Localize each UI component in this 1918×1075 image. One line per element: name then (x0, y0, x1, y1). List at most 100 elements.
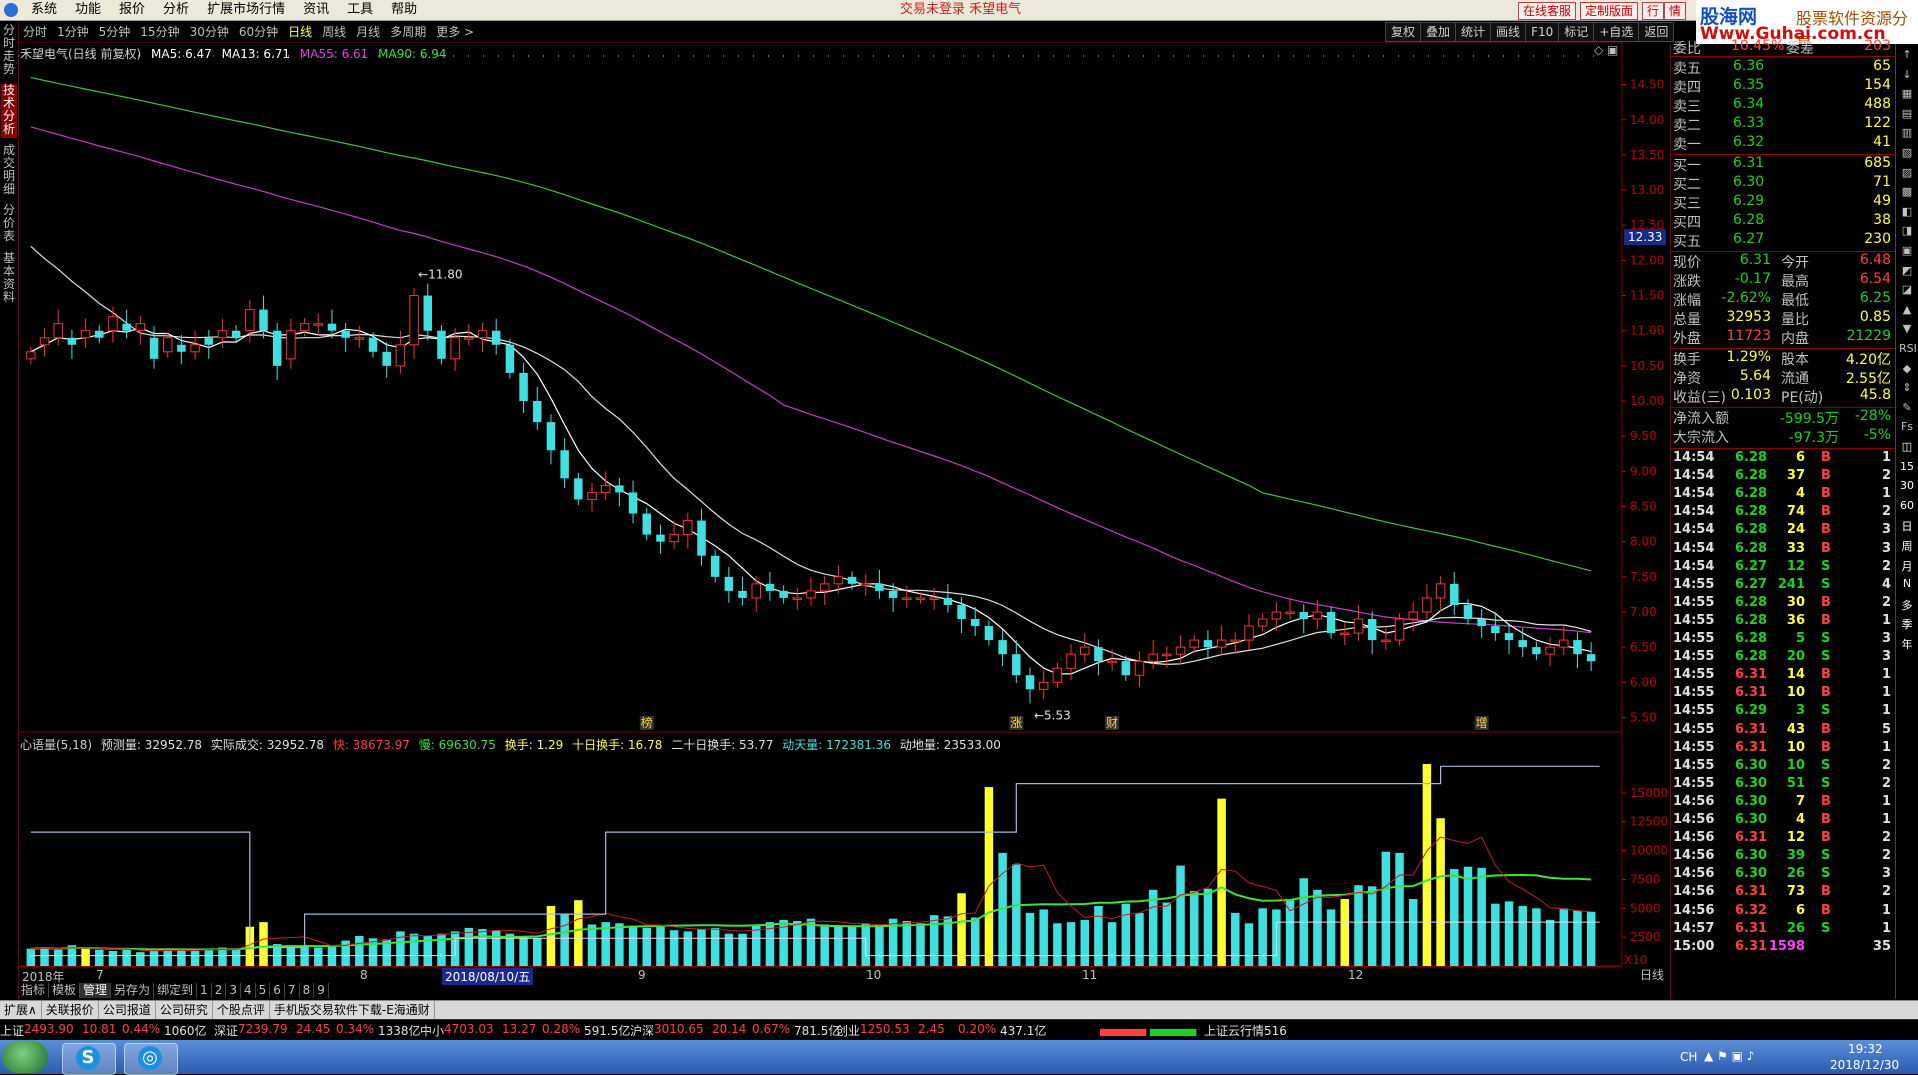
tray-icons[interactable]: ▲ ⚑ ▣ ♪ (1704, 1049, 1754, 1063)
tab-save-as[interactable]: 另存为 (111, 983, 155, 998)
side-tool-icon[interactable]: ◆ (1899, 362, 1915, 375)
side-tool-icon[interactable]: 季 (1899, 616, 1915, 632)
side-tool-icon[interactable]: ▥ (1899, 126, 1915, 139)
period-tab[interactable]: 15分钟 (135, 22, 184, 42)
side-tool-icon[interactable]: 周 (1899, 538, 1915, 554)
layout-slot[interactable]: 8 (300, 983, 315, 998)
kline-chart[interactable]: 14.5014.0013.5013.0012.5012.0011.5011.00… (18, 42, 1670, 966)
side-tool-icon[interactable]: ◪ (1899, 283, 1915, 296)
period-tab[interactable]: 60分钟 (234, 22, 283, 42)
side-tool-icon[interactable]: 月 (1899, 558, 1915, 574)
side-tool-icon[interactable]: ▩ (1899, 185, 1915, 198)
side-tool-icon[interactable]: 15 (1899, 460, 1915, 473)
cloud-quote-label[interactable]: 上证云行情516 (1204, 1022, 1287, 1039)
tab-template[interactable]: 模板 (49, 983, 81, 998)
f10-button[interactable]: F10 (1525, 22, 1560, 42)
layout-slot[interactable]: 7 (285, 983, 300, 998)
input-language[interactable]: CH (1680, 1050, 1697, 1064)
tab-manage[interactable]: 管理 (80, 983, 112, 998)
tab-trades[interactable]: 成交明细 (1, 144, 17, 198)
side-tool-icon[interactable]: ↓ (1899, 68, 1915, 81)
tab-price-table[interactable]: 分价表 (1, 204, 17, 246)
ext-related-quote[interactable]: 关联报价 (42, 1001, 99, 1019)
period-more[interactable]: 更多 > (431, 22, 479, 42)
menu-news[interactable]: 资讯 (294, 0, 338, 20)
event-marker[interactable]: 财 (1106, 716, 1118, 730)
layout-slot[interactable]: 1 (197, 983, 212, 998)
menu-function[interactable]: 功能 (66, 0, 110, 20)
layout-slot[interactable]: 5 (256, 983, 271, 998)
restore-rights-button[interactable]: 复权 (1385, 22, 1422, 42)
layout-slot[interactable]: 2 (212, 983, 227, 998)
period-tab[interactable]: 30分钟 (185, 22, 234, 42)
tab-technical[interactable]: 技术分析 (1, 84, 17, 138)
ext-toggle[interactable]: 扩展∧ (0, 1001, 42, 1019)
side-tool-icon[interactable]: ▧ (1899, 146, 1915, 159)
event-marker[interactable]: 榜 (641, 715, 653, 730)
side-tool-icon[interactable]: ✎ (1899, 401, 1915, 414)
side-tool-icon[interactable]: ⇕ (1899, 381, 1915, 394)
menu-system[interactable]: 系统 (22, 0, 66, 20)
period-tab-daily[interactable]: 日线 (283, 22, 317, 42)
menu-ext-market[interactable]: 扩展市场行情 (198, 0, 294, 20)
side-tool-icon[interactable]: ▲ (1899, 303, 1915, 316)
menu-analysis[interactable]: 分析 (154, 0, 198, 20)
period-tab[interactable]: 月线 (351, 22, 385, 42)
side-tool-icon[interactable]: ◫ (1899, 440, 1915, 453)
custom-layout-button[interactable]: 定制版面 (1580, 2, 1639, 20)
tab-indicator[interactable]: 指标 (18, 983, 50, 998)
layout-slot[interactable]: 6 (270, 983, 285, 998)
stats-button[interactable]: 统计 (1455, 22, 1492, 42)
period-tab[interactable]: 分时 (18, 22, 52, 42)
start-button[interactable] (2, 1041, 48, 1073)
side-tool-icon[interactable]: ▣ (1899, 244, 1915, 257)
ext-company-research[interactable]: 公司研究 (156, 1001, 213, 1019)
tab-intraday[interactable]: 分时走势 (1, 24, 17, 78)
side-tool-icon[interactable]: ◧ (1899, 205, 1915, 218)
side-tool-icon[interactable]: 年 (1899, 636, 1915, 652)
side-tool-icon[interactable]: ▤ (1899, 107, 1915, 120)
quote-button-2[interactable]: 情 (1664, 2, 1687, 20)
side-tool-icon[interactable]: RSI (1899, 342, 1917, 355)
online-service-button[interactable]: 在线客服 (1518, 2, 1577, 20)
add-watchlist-button[interactable]: +自选 (1593, 22, 1640, 42)
side-tool-icon[interactable]: ◨ (1899, 224, 1915, 237)
side-tool-icon[interactable]: 日 (1899, 518, 1915, 534)
menu-help[interactable]: 帮助 (382, 0, 426, 20)
side-tool-icon[interactable]: ▦ (1899, 87, 1915, 100)
side-tool-icon[interactable]: 60 (1899, 499, 1915, 512)
side-tool-icon[interactable]: Fs (1899, 420, 1915, 433)
indicator-name[interactable]: 心语量(5,18) (20, 738, 92, 752)
ext-company-report[interactable]: 公司报道 (99, 1001, 156, 1019)
ext-stock-comment[interactable]: 个股点评 (213, 1001, 270, 1019)
chart-expand-icon[interactable]: ◇ ▣ (1594, 43, 1618, 57)
period-tab[interactable]: 5分钟 (94, 22, 136, 42)
side-tool-icon[interactable]: ▨ (1899, 166, 1915, 179)
side-tool-icon[interactable]: 多 (1899, 597, 1915, 613)
layout-slot[interactable]: 3 (226, 983, 241, 998)
taskbar-app-1[interactable]: S (62, 1043, 116, 1075)
overlay-button[interactable]: 叠加 (1420, 22, 1457, 42)
taskbar-app-2[interactable]: ◎ (124, 1043, 178, 1075)
ext-mobile-download[interactable]: 手机版交易软件下载-E海通财 (270, 1001, 435, 1019)
clock-time[interactable]: 19:32 (1848, 1042, 1883, 1056)
period-tab[interactable]: 1分钟 (52, 22, 94, 42)
menu-quote[interactable]: 报价 (110, 0, 154, 20)
mark-button[interactable]: 标记 (1558, 22, 1595, 42)
draw-line-button[interactable]: 画线 (1490, 22, 1527, 42)
event-marker[interactable]: 涨 (1010, 715, 1022, 730)
tab-bind-to[interactable]: 绑定到 (154, 983, 198, 998)
tab-basic-info[interactable]: 基本资料 (1, 252, 17, 306)
event-marker[interactable]: 增 (1476, 716, 1488, 730)
period-tab[interactable]: 多周期 (385, 22, 431, 42)
period-tab[interactable]: 周线 (317, 22, 351, 42)
side-tool-icon[interactable]: 30 (1899, 479, 1915, 492)
side-tool-icon[interactable]: ◩ (1899, 264, 1915, 277)
side-tool-icon[interactable]: ▼ (1899, 322, 1915, 335)
layout-slot[interactable]: 4 (241, 983, 256, 998)
quote-button-1[interactable]: 行 (1642, 2, 1665, 20)
back-button[interactable]: 返回 (1638, 22, 1675, 42)
layout-slot[interactable]: 9 (314, 983, 329, 998)
clock-date[interactable]: 2018/12/30 (1830, 1058, 1899, 1072)
side-tool-icon[interactable]: ↑ (1899, 48, 1915, 61)
